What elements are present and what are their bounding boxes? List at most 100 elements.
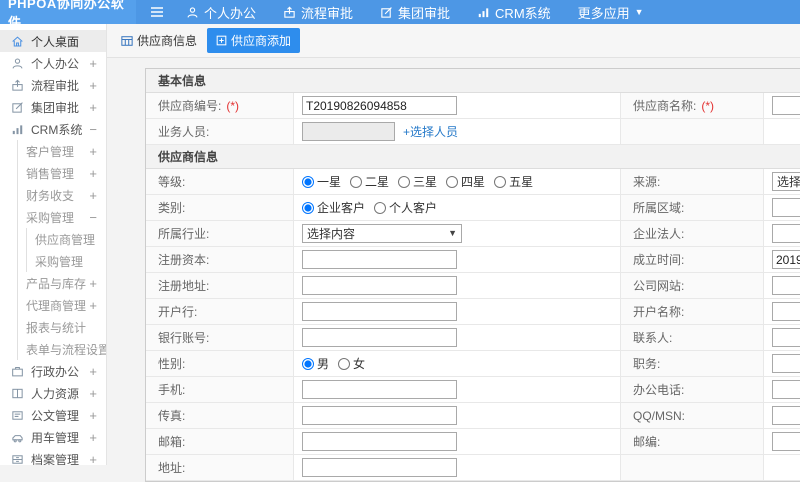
radio-option-1star[interactable]: 一星 bbox=[302, 173, 341, 190]
radio-input[interactable] bbox=[494, 175, 507, 188]
collapse-icon[interactable]: − bbox=[86, 123, 97, 136]
nav-more-apps[interactable]: 更多应用 ▼ bbox=[578, 3, 644, 22]
nav-workflow-approval[interactable]: 流程审批 bbox=[283, 3, 353, 22]
address-input[interactable] bbox=[302, 458, 457, 477]
collapse-icon[interactable]: − bbox=[86, 211, 97, 224]
sidebar-item-agent-mgmt[interactable]: 代理商管理 + bbox=[18, 294, 106, 316]
radio-option-2star[interactable]: 二星 bbox=[350, 173, 389, 190]
expand-icon[interactable]: + bbox=[86, 409, 97, 422]
expand-icon[interactable]: + bbox=[86, 189, 97, 202]
sidebar-item-product-inventory[interactable]: 产品与库存 + bbox=[18, 272, 106, 294]
registered-address-label: 注册地址: bbox=[146, 273, 294, 299]
sidebar-item-group-approval[interactable]: 集团审批 + bbox=[0, 96, 106, 118]
office-phone-label: 办公电话: bbox=[621, 377, 764, 403]
address-cell bbox=[294, 455, 621, 481]
sidebar-item-vehicle-mgmt[interactable]: 用车管理 + bbox=[0, 426, 106, 448]
radio-input[interactable] bbox=[374, 201, 387, 214]
sidebar-item-reports-stats[interactable]: 报表与统计 bbox=[18, 316, 106, 338]
choose-staff-link[interactable]: +选择人员 bbox=[403, 123, 458, 140]
bank-account-input[interactable] bbox=[302, 328, 457, 347]
sidebar-item-workflow-approval[interactable]: 流程审批 + bbox=[0, 74, 106, 96]
sidebar-item-archive-mgmt[interactable]: 档案管理 + bbox=[0, 448, 106, 465]
qq-msn-input[interactable] bbox=[772, 406, 800, 425]
radio-input[interactable] bbox=[350, 175, 363, 188]
sidebar-item-admin-office[interactable]: 行政办公 + bbox=[0, 360, 106, 382]
radio-option-4star[interactable]: 四星 bbox=[446, 173, 485, 190]
sidebar-item-label: 用车管理 bbox=[31, 430, 80, 445]
empty-input-cell bbox=[764, 455, 800, 481]
radio-option-female[interactable]: 女 bbox=[338, 355, 365, 372]
tab-supplier-info[interactable]: 供应商信息 bbox=[121, 32, 197, 49]
expand-icon[interactable]: + bbox=[86, 453, 97, 466]
supplier-name-input[interactable] bbox=[772, 96, 800, 115]
sidebar-item-form-flow-settings[interactable]: 表单与流程设置 + bbox=[18, 338, 106, 360]
postcode-input[interactable] bbox=[772, 432, 800, 451]
radio-input[interactable] bbox=[398, 175, 411, 188]
sidebar-item-supplier-mgmt[interactable]: 供应商管理 bbox=[27, 228, 106, 250]
expand-icon[interactable]: + bbox=[86, 101, 97, 114]
expand-icon[interactable]: + bbox=[86, 145, 97, 158]
radio-label: 个人客户 bbox=[389, 201, 438, 215]
fax-label: 传真: bbox=[146, 403, 294, 429]
tab-supplier-add[interactable]: 供应商添加 bbox=[207, 28, 301, 53]
email-input[interactable] bbox=[302, 432, 457, 451]
radio-input[interactable] bbox=[338, 357, 351, 370]
industry-select[interactable]: 选择内容 ▼ bbox=[302, 224, 462, 243]
hamburger-menu-icon[interactable] bbox=[150, 6, 164, 18]
expand-icon[interactable]: + bbox=[86, 79, 97, 92]
nav-label: 集团审批 bbox=[398, 5, 451, 21]
staff-cell: +选择人员 bbox=[294, 119, 621, 145]
radio-input[interactable] bbox=[302, 175, 314, 188]
legal-person-input[interactable] bbox=[772, 224, 800, 243]
expand-icon[interactable]: + bbox=[86, 277, 97, 290]
sidebar-item-label: 档案管理 bbox=[31, 452, 80, 466]
source-select[interactable]: 选择内容 ▼ bbox=[772, 172, 800, 191]
expand-icon[interactable]: + bbox=[86, 365, 97, 378]
expand-icon[interactable]: + bbox=[86, 299, 97, 312]
established-date-input[interactable] bbox=[772, 250, 800, 269]
radio-input[interactable] bbox=[302, 201, 314, 214]
sidebar-item-procurement-mgmt[interactable]: 采购管理 bbox=[27, 250, 106, 272]
registered-capital-input[interactable] bbox=[302, 250, 457, 269]
fax-input[interactable] bbox=[302, 406, 457, 425]
sidebar-item-personal-office[interactable]: 个人办公 + bbox=[0, 52, 106, 74]
sidebar-item-document-mgmt[interactable]: 公文管理 + bbox=[0, 404, 106, 426]
radio-option-enterprise[interactable]: 企业客户 bbox=[302, 199, 365, 216]
contact-input[interactable] bbox=[772, 328, 800, 347]
expand-icon[interactable]: + bbox=[86, 431, 97, 444]
radio-input[interactable] bbox=[302, 357, 314, 370]
sidebar-item-purchase-mgmt[interactable]: 采购管理 − bbox=[18, 206, 106, 228]
sidebar-item-crm-system[interactable]: CRM系统 − bbox=[0, 118, 106, 140]
website-input[interactable] bbox=[772, 276, 800, 295]
nav-crm-system[interactable]: CRM系统 bbox=[477, 3, 551, 22]
sidebar-item-desktop[interactable]: 个人桌面 bbox=[0, 30, 106, 52]
expand-icon[interactable]: + bbox=[86, 167, 97, 180]
email-label: 邮箱: bbox=[146, 429, 294, 455]
sidebar-item-customer-mgmt[interactable]: 客户管理 + bbox=[18, 140, 106, 162]
office-phone-input[interactable] bbox=[772, 380, 800, 399]
sidebar-item-finance[interactable]: 财务收支 + bbox=[18, 184, 106, 206]
label-text: 企业法人: bbox=[633, 227, 685, 241]
bank-input[interactable] bbox=[302, 302, 457, 321]
nav-personal-office[interactable]: 个人办公 bbox=[186, 3, 256, 22]
expand-icon[interactable]: + bbox=[86, 387, 97, 400]
sidebar-item-sales-mgmt[interactable]: 销售管理 + bbox=[18, 162, 106, 184]
label-text: 所属区域: bbox=[633, 201, 685, 215]
account-name-input[interactable] bbox=[772, 302, 800, 321]
mobile-input[interactable] bbox=[302, 380, 457, 399]
radio-option-male[interactable]: 男 bbox=[302, 355, 329, 372]
radio-input[interactable] bbox=[446, 175, 459, 188]
region-input[interactable] bbox=[772, 198, 800, 217]
position-input[interactable] bbox=[772, 354, 800, 373]
registered-address-input[interactable] bbox=[302, 276, 457, 295]
radio-option-3star[interactable]: 三星 bbox=[398, 173, 437, 190]
supplier-no-input[interactable] bbox=[302, 96, 457, 115]
sidebar-item-hr[interactable]: 人力资源 + bbox=[0, 382, 106, 404]
radio-option-5star[interactable]: 五星 bbox=[494, 173, 533, 190]
registered-address-cell bbox=[294, 273, 621, 299]
nav-group-approval[interactable]: 集团审批 bbox=[380, 3, 450, 22]
radio-label: 五星 bbox=[509, 175, 534, 189]
staff-input[interactable] bbox=[302, 122, 395, 141]
radio-option-individual[interactable]: 个人客户 bbox=[374, 199, 437, 216]
expand-icon[interactable]: + bbox=[86, 57, 97, 70]
